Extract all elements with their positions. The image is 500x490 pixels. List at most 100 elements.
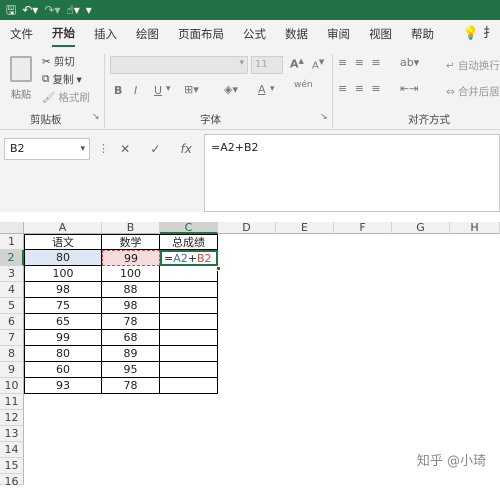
row-header[interactable]: 10 [0, 378, 24, 394]
align-top-icon[interactable]: ≡ ≡ ≡ [338, 56, 383, 69]
cell-b8[interactable]: 89 [102, 346, 160, 362]
tab-draw[interactable]: 绘图 [136, 20, 159, 48]
column-header-a[interactable]: A [24, 222, 102, 234]
cell-c5[interactable] [160, 298, 218, 314]
customize-icon[interactable]: ▾ [86, 0, 92, 20]
cell-a6[interactable]: 65 [24, 314, 102, 330]
cell-a8[interactable]: 80 [24, 346, 102, 362]
font-name-box[interactable]: ▾ [110, 56, 248, 74]
insert-function-icon[interactable]: fx [181, 142, 192, 156]
row-header[interactable]: 16 [0, 474, 24, 488]
copy-button[interactable]: ⧉ 复制 ▾ [42, 72, 82, 87]
align-left-icon[interactable]: ≡ ≡ ≡ [338, 82, 383, 95]
row-header[interactable]: 11 [0, 394, 24, 410]
cell-a3[interactable]: 100 [24, 266, 102, 282]
row-header[interactable]: 8 [0, 346, 24, 362]
header-cell-total[interactable]: 总成绩 [160, 234, 218, 250]
cell-c4[interactable] [160, 282, 218, 298]
tab-formulas[interactable]: 公式 [243, 20, 266, 48]
cell-c2-active[interactable]: =A2+B2 [160, 250, 218, 266]
row-header[interactable]: 2 [0, 250, 24, 266]
cell-a9[interactable]: 60 [24, 362, 102, 378]
cell-a2[interactable]: 80 [24, 250, 102, 266]
redo-icon[interactable]: ↷▾ [44, 0, 60, 20]
header-cell-chinese[interactable]: 语文 [24, 234, 102, 250]
tab-page-layout[interactable]: 页面布局 [178, 20, 224, 48]
font-size-box[interactable]: 11 [251, 56, 283, 74]
chevron-down-icon[interactable]: ▾ [80, 139, 85, 159]
underline-button[interactable]: U [154, 84, 162, 97]
cancel-icon[interactable]: ✕ [120, 142, 130, 156]
fill-handle[interactable] [216, 266, 221, 271]
grow-font-button[interactable]: A▲ [290, 57, 304, 71]
row-header[interactable]: 14 [0, 442, 24, 458]
row-header[interactable]: 13 [0, 426, 24, 442]
touch-mode-icon[interactable]: ☝▾ [66, 0, 79, 20]
undo-icon[interactable]: ↶▾ [22, 0, 38, 20]
paste-button[interactable]: 粘贴 [8, 56, 34, 104]
row-header[interactable]: 9 [0, 362, 24, 378]
row-header[interactable]: 4 [0, 282, 24, 298]
header-cell-math[interactable]: 数学 [102, 234, 160, 250]
cell-b2[interactable]: 99 [102, 250, 160, 266]
clipboard-launcher-icon[interactable]: ↘ [92, 112, 100, 122]
format-painter-button[interactable]: 🖌 格式刷 [42, 90, 90, 105]
row-header[interactable]: 5 [0, 298, 24, 314]
cell-b4[interactable]: 88 [102, 282, 160, 298]
cell-c6[interactable] [160, 314, 218, 330]
cell-c7[interactable] [160, 330, 218, 346]
tab-home[interactable]: 开始 [52, 21, 75, 47]
indent-icon[interactable]: ⇤⇥ [400, 82, 418, 95]
cut-button[interactable]: ✂ 剪切 [42, 54, 75, 69]
save-icon[interactable]: 🖫 [6, 0, 16, 20]
cell-a4[interactable]: 98 [24, 282, 102, 298]
phonetic-guide-button[interactable]: wén [294, 80, 313, 90]
lightbulb-icon[interactable]: 💡 扌 [463, 20, 496, 48]
column-header-c[interactable]: C [160, 222, 218, 234]
column-header-b[interactable]: B [102, 222, 160, 234]
bold-button[interactable]: B [114, 84, 122, 97]
row-header[interactable]: 3 [0, 266, 24, 282]
italic-button[interactable]: I [134, 84, 137, 97]
cell-c3[interactable] [160, 266, 218, 282]
tab-data[interactable]: 数据 [285, 20, 308, 48]
cell-c9[interactable] [160, 362, 218, 378]
font-color-dropdown-icon[interactable]: ▾ [270, 84, 275, 94]
tab-review[interactable]: 审阅 [327, 20, 350, 48]
column-header-f[interactable]: F [334, 222, 392, 234]
select-all-button[interactable] [0, 222, 24, 234]
cell-c10[interactable] [160, 378, 218, 394]
tab-file[interactable]: 文件 [10, 20, 33, 48]
column-header-e[interactable]: E [276, 222, 334, 234]
column-header-h[interactable]: H [450, 222, 500, 234]
row-header[interactable]: 1 [0, 234, 24, 250]
row-header[interactable]: 6 [0, 314, 24, 330]
name-box[interactable]: B2 ▾ [4, 138, 90, 160]
cell-b5[interactable]: 98 [102, 298, 160, 314]
underline-dropdown-icon[interactable]: ▾ [166, 84, 171, 94]
row-header[interactable]: 15 [0, 458, 24, 474]
font-color-button[interactable]: A [258, 83, 266, 96]
row-header[interactable]: 12 [0, 410, 24, 426]
row-header[interactable]: 7 [0, 330, 24, 346]
cell-c8[interactable] [160, 346, 218, 362]
wrap-text-button[interactable]: ↵ 自动换行 [446, 58, 500, 73]
column-header-g[interactable]: G [392, 222, 450, 234]
cell-a7[interactable]: 99 [24, 330, 102, 346]
cell-b6[interactable]: 78 [102, 314, 160, 330]
enter-icon[interactable]: ✓ [150, 142, 160, 156]
merge-center-button[interactable]: ⇔ 合并后居 [446, 84, 500, 99]
formula-input[interactable]: =A2+B2 [204, 134, 500, 212]
tab-help[interactable]: 帮助 [411, 20, 434, 48]
fill-color-icon[interactable]: ◈▾ [224, 83, 238, 96]
font-launcher-icon[interactable]: ↘ [320, 112, 328, 122]
column-header-d[interactable]: D [218, 222, 276, 234]
shrink-font-button[interactable]: A▼ [312, 58, 324, 71]
cell-b9[interactable]: 95 [102, 362, 160, 378]
cell-b10[interactable]: 78 [102, 378, 160, 394]
tab-view[interactable]: 视图 [369, 20, 392, 48]
cell-b7[interactable]: 68 [102, 330, 160, 346]
orientation-icon[interactable]: ab▾ [400, 56, 419, 69]
borders-icon[interactable]: ⊞▾ [184, 83, 199, 96]
tab-insert[interactable]: 插入 [94, 20, 117, 48]
